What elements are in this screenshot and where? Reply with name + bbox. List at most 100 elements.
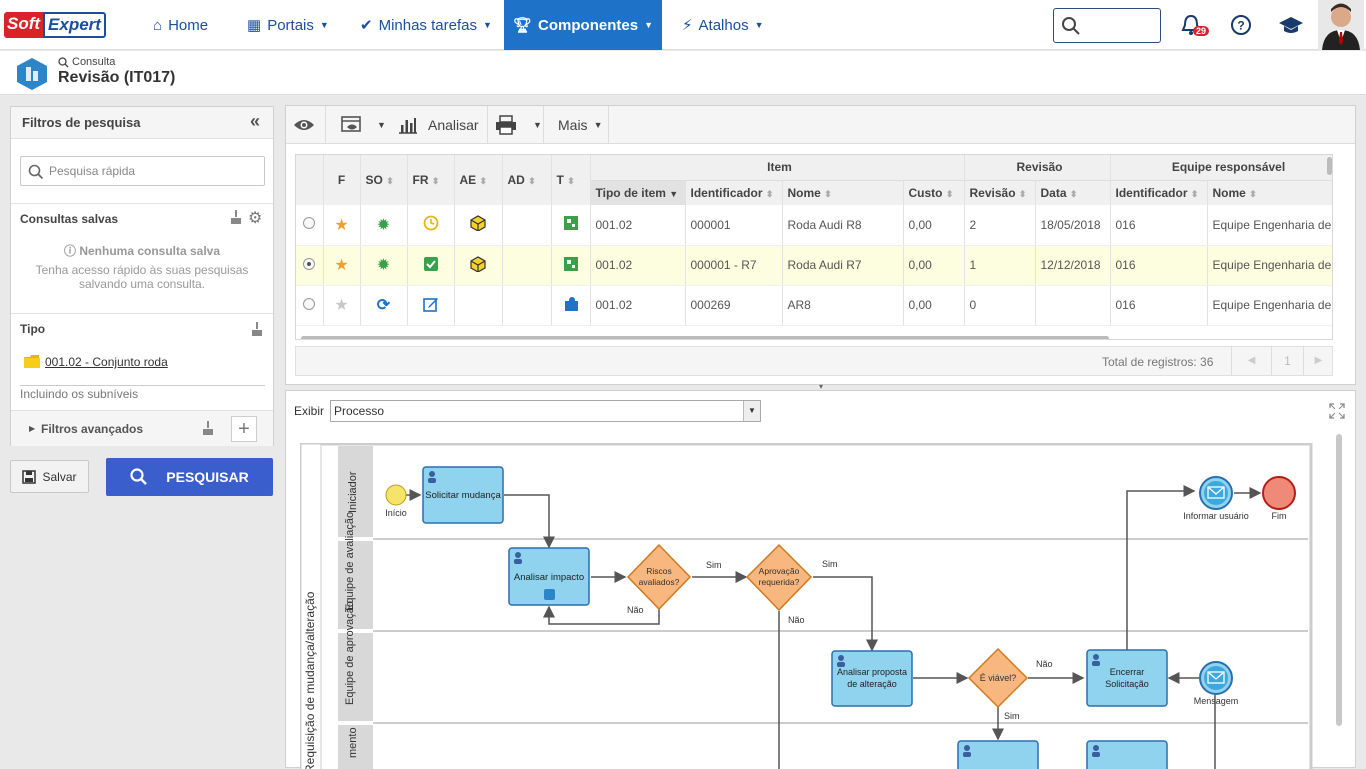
next-page-button[interactable]: ▶ bbox=[1303, 347, 1333, 375]
cell-identificador: 000001 - R7 bbox=[685, 245, 783, 286]
col-header-tipo-label: Tipo de item bbox=[595, 185, 666, 200]
save-button[interactable]: Salvar bbox=[10, 460, 89, 493]
flow-label-sim: Sim bbox=[706, 560, 722, 570]
broom-icon[interactable] bbox=[202, 421, 214, 438]
task-partial[interactable] bbox=[1086, 740, 1168, 769]
process-diagram: Requisição de mudança/alteração Iniciado… bbox=[300, 443, 1313, 769]
task-solicitar-label: Solicitar mudança bbox=[425, 490, 501, 501]
favorite-star-icon[interactable]: ★ bbox=[334, 257, 348, 274]
col-header-custo[interactable]: Custo ⬍ bbox=[903, 180, 965, 205]
table-row[interactable]: ★ ✹ 001.02 000001 Roda Audi R8 0,00 2 18… bbox=[296, 205, 1332, 246]
col-header-fr[interactable]: FR ⬍ bbox=[407, 155, 455, 205]
col-header-so-label: SO bbox=[365, 173, 383, 187]
caret-right-icon: ▶ bbox=[29, 424, 36, 433]
task-solicitar-mudanca[interactable]: Solicitar mudança bbox=[422, 466, 504, 524]
end-event[interactable] bbox=[1262, 476, 1296, 510]
floppy-icon bbox=[22, 469, 37, 484]
col-header-t[interactable]: T ⬍ bbox=[551, 155, 591, 205]
col-header-eq-identificador[interactable]: Identificador ⬍ bbox=[1110, 180, 1208, 205]
nav-home[interactable]: ⌂ Home bbox=[153, 0, 208, 50]
svg-text:requerida?: requerida? bbox=[759, 577, 800, 587]
col-header-ad[interactable]: AD ⬍ bbox=[502, 155, 552, 205]
col-header-identificador[interactable]: Identificador ⬍ bbox=[685, 180, 783, 205]
home-icon: ⌂ bbox=[153, 16, 163, 34]
row-radio[interactable] bbox=[303, 257, 316, 270]
row-radio[interactable] bbox=[303, 297, 316, 310]
gear-icon[interactable]: ⚙ bbox=[248, 208, 262, 228]
view-button[interactable] bbox=[293, 106, 315, 144]
advanced-filters[interactable]: ▶ Filtros avançados + bbox=[11, 410, 273, 446]
help-icon[interactable]: ? bbox=[1230, 14, 1252, 36]
nav-atalhos[interactable]: ⚡︎ Atalhos ▼ bbox=[682, 0, 764, 50]
event-informar-usuario[interactable] bbox=[1199, 476, 1233, 510]
col-header-ae-label: AE bbox=[459, 173, 477, 187]
diagram-scrollbar[interactable] bbox=[1336, 434, 1342, 726]
sort-icon: ⬍ bbox=[1249, 188, 1257, 199]
cell-data: 18/05/2018 bbox=[1035, 205, 1111, 246]
col-header-tipo-item[interactable]: Tipo de item ▼ bbox=[590, 180, 686, 205]
nav-portais[interactable]: ▦ Portais ▼ bbox=[247, 0, 329, 50]
search-button-label: PESQUISAR bbox=[166, 469, 249, 485]
graduation-cap-icon[interactable] bbox=[1278, 14, 1304, 36]
sort-icon: ⬍ bbox=[765, 188, 774, 199]
col-header-ae[interactable]: AE ⬍ bbox=[454, 155, 503, 205]
advanced-filters-label: Filtros avançados bbox=[41, 422, 144, 436]
col-header-revisao[interactable]: Revisão ⬍ bbox=[964, 180, 1036, 205]
horizontal-scrollbar[interactable] bbox=[301, 336, 1109, 339]
task-partial[interactable] bbox=[957, 740, 1039, 769]
sort-icon: ⬍ bbox=[1018, 188, 1027, 199]
analyze-button[interactable]: Analisar bbox=[398, 106, 479, 144]
col-header-ad-label: AD bbox=[507, 173, 525, 187]
softexpert-logo[interactable]: Soft Expert bbox=[4, 12, 106, 38]
grid-toolbar: ▼ Analisar ▼ Mais ▼ bbox=[286, 106, 1355, 144]
task-analisar-proposta[interactable]: Analisar proposta de alteração bbox=[831, 650, 913, 707]
sort-icon: ⬍ bbox=[479, 176, 488, 186]
vertical-scrollbar[interactable] bbox=[1327, 157, 1332, 175]
user-avatar[interactable] bbox=[1318, 0, 1364, 50]
quick-search-input[interactable]: Pesquisa rápida bbox=[20, 156, 265, 186]
more-button[interactable]: Mais ▼ bbox=[558, 106, 602, 144]
box-icon bbox=[470, 255, 486, 273]
broom-icon[interactable] bbox=[251, 322, 263, 339]
collapse-panel-icon[interactable]: « bbox=[250, 111, 260, 132]
view-data-button[interactable]: ▼ bbox=[341, 106, 386, 144]
event-mensagem[interactable] bbox=[1199, 661, 1233, 695]
nav-componentes[interactable]: 🏆︎ Componentes ▼ bbox=[504, 0, 662, 50]
check-icon: ✔ bbox=[360, 17, 373, 34]
col-header-eq-nome[interactable]: Nome ⬍ bbox=[1207, 180, 1332, 205]
analyze-label: Analisar bbox=[428, 117, 479, 133]
favorite-star-icon[interactable]: ★ bbox=[334, 217, 348, 234]
start-event[interactable] bbox=[385, 484, 407, 506]
svg-text:Riscos: Riscos bbox=[646, 566, 672, 576]
col-header-revisao-label: Revisão bbox=[969, 185, 1016, 200]
global-search-input[interactable] bbox=[1053, 8, 1161, 43]
svg-text:Aprovação: Aprovação bbox=[759, 566, 800, 576]
col-header-f-label: F bbox=[337, 173, 346, 187]
print-button[interactable]: ▼ bbox=[495, 106, 542, 144]
tipo-filter-value[interactable]: 001.02 - Conjunto roda bbox=[45, 355, 168, 369]
col-header-so[interactable]: SO ⬍ bbox=[360, 155, 408, 205]
broom-icon[interactable] bbox=[230, 210, 242, 227]
col-header-f[interactable]: F bbox=[323, 155, 361, 205]
row-radio[interactable] bbox=[303, 217, 316, 230]
fullscreen-icon[interactable] bbox=[1329, 403, 1345, 419]
exibir-select[interactable]: Processo ▼ bbox=[330, 400, 761, 422]
search-button[interactable]: PESQUISAR bbox=[106, 458, 273, 496]
cell-custo: 0,00 bbox=[903, 285, 965, 326]
col-header-data[interactable]: Data ⬍ bbox=[1035, 180, 1111, 205]
sort-icon: ⬍ bbox=[1190, 188, 1199, 199]
task-analisar-impacto[interactable]: Analisar impacto bbox=[508, 547, 590, 606]
favorite-star-empty-icon[interactable]: ★ bbox=[334, 297, 348, 314]
lane-label-iniciador: Iniciador bbox=[347, 471, 359, 513]
table-row[interactable]: ★ ⟳ 001.02 000269 AR8 0,00 0 016 Equipe … bbox=[296, 285, 1332, 326]
col-header-nome[interactable]: Nome ⬍ bbox=[782, 180, 904, 205]
svg-text:?: ? bbox=[1237, 19, 1244, 33]
edit-icon bbox=[422, 297, 438, 312]
table-row[interactable]: ★ ✹ 001.02 000001 - R7 Roda Audi R7 0,00… bbox=[296, 245, 1332, 286]
cell-tipo: 001.02 bbox=[590, 205, 686, 246]
task-encerrar-solicitacao[interactable]: Encerrar Solicitação bbox=[1086, 649, 1168, 707]
caret-down-icon: ▼ bbox=[319, 20, 329, 30]
add-filter-button[interactable]: + bbox=[231, 416, 257, 442]
nav-minhas-tarefas[interactable]: ✔ Minhas tarefas ▼ bbox=[360, 0, 492, 50]
prev-page-button[interactable]: ◀ bbox=[1231, 347, 1271, 375]
